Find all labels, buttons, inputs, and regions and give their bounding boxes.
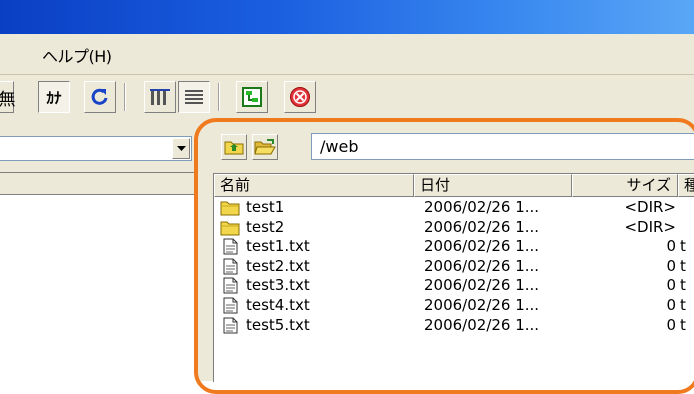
- file-date: 2006/02/26 1...: [424, 198, 540, 216]
- file-date: 2006/02/26 1...: [424, 296, 540, 314]
- file-name: test4.txt: [246, 296, 310, 314]
- file-row[interactable]: test5.txt 2006/02/26 1... 0 t: [214, 316, 694, 335]
- stop-icon: [290, 87, 310, 107]
- file-name: test5.txt: [246, 315, 310, 334]
- menu-bar: ヘルプ(H): [0, 34, 694, 75]
- file-name: test2.txt: [246, 256, 310, 275]
- file-date: 2006/02/26 1...: [424, 276, 540, 295]
- file-size: 0: [666, 276, 676, 295]
- text-file-icon: [220, 317, 240, 334]
- local-file-list[interactable]: [0, 172, 198, 382]
- text-file-icon: [220, 238, 240, 255]
- column-header-name[interactable]: 名前: [214, 174, 414, 197]
- open-folder-icon: [254, 139, 276, 155]
- stop-button[interactable]: [284, 81, 316, 113]
- remote-path-input[interactable]: /web: [311, 133, 694, 160]
- toolbar: 無 ｶﾅ: [0, 75, 694, 120]
- file-type: t: [680, 237, 686, 256]
- file-type: t: [680, 315, 686, 334]
- remote-pane: /web 名前 日付 サイズ 種 test1 2006/02/26 1... <DI…: [205, 120, 694, 382]
- file-type: t: [680, 256, 686, 275]
- file-row[interactable]: test2 2006/02/26 1... <DIR>: [214, 218, 694, 237]
- file-size: <DIR>: [624, 217, 676, 236]
- text-file-icon: [220, 258, 240, 275]
- local-drive-select[interactable]: [0, 136, 192, 161]
- kana-toggle-button[interactable]: ｶﾅ: [38, 81, 70, 113]
- columns-view-icon: [150, 89, 170, 105]
- parent-folder-button[interactable]: [221, 134, 247, 160]
- menu-help[interactable]: ヘルプ(H): [42, 43, 112, 67]
- local-list-header: [0, 173, 198, 195]
- list-header: 名前 日付 サイズ 種: [214, 174, 694, 197]
- file-date: 2006/02/26 1...: [424, 237, 540, 256]
- folder-up-icon: [224, 141, 244, 155]
- file-size: 0: [666, 315, 676, 334]
- file-date: 2006/02/26 1...: [424, 256, 540, 275]
- file-row[interactable]: test2.txt 2006/02/26 1... 0 t: [214, 257, 694, 276]
- file-size: <DIR>: [624, 198, 676, 216]
- window-titlebar: [0, 0, 694, 34]
- file-name: test1.txt: [246, 237, 310, 256]
- file-size: 0: [666, 237, 676, 256]
- columns-view-button[interactable]: [144, 81, 176, 113]
- file-row[interactable]: test4.txt 2006/02/26 1... 0 t: [214, 296, 694, 315]
- folder-icon: [220, 219, 240, 236]
- sync-button[interactable]: [236, 81, 268, 113]
- file-row[interactable]: test1.txt 2006/02/26 1... 0 t: [214, 237, 694, 256]
- open-folder-button[interactable]: [252, 134, 278, 160]
- chevron-down-icon: [176, 145, 186, 151]
- file-row[interactable]: test1 2006/02/26 1... <DIR>: [214, 198, 694, 217]
- toolbar-separator: [218, 83, 220, 111]
- toolbar-partial-button[interactable]: 無: [0, 81, 16, 113]
- column-header-date[interactable]: 日付: [414, 174, 572, 197]
- refresh-button[interactable]: [84, 81, 116, 113]
- file-size: 0: [666, 296, 676, 314]
- file-name: test2: [246, 217, 285, 236]
- toolbar-separator: [124, 83, 126, 111]
- file-size: 0: [666, 256, 676, 275]
- text-file-icon: [220, 277, 240, 294]
- details-view-button[interactable]: [178, 81, 210, 113]
- folder-icon: [220, 199, 240, 216]
- content-area: /web 名前 日付 サイズ 種 test1 2006/02/26 1... <DI…: [0, 120, 694, 382]
- remote-file-list[interactable]: 名前 日付 サイズ 種 test12006/02/26 1...<DIR>tes…: [213, 173, 694, 382]
- refresh-icon: [91, 88, 108, 105]
- kana-label: ｶﾅ: [46, 88, 62, 107]
- file-type: t: [680, 276, 686, 295]
- column-header-size[interactable]: サイズ: [572, 174, 678, 197]
- file-name: test3.txt: [246, 276, 310, 295]
- file-row[interactable]: test3.txt 2006/02/26 1... 0 t: [214, 276, 694, 295]
- file-date: 2006/02/26 1...: [424, 315, 540, 334]
- dropdown-arrow-button[interactable]: [172, 138, 190, 159]
- column-header-type[interactable]: 種: [678, 174, 694, 197]
- file-type: t: [680, 296, 686, 314]
- sync-icon: [242, 87, 262, 107]
- file-date: 2006/02/26 1...: [424, 217, 540, 236]
- partial-glyph: 無: [0, 89, 16, 110]
- details-view-icon: [185, 90, 203, 104]
- text-file-icon: [220, 297, 240, 314]
- file-name: test1: [246, 198, 285, 216]
